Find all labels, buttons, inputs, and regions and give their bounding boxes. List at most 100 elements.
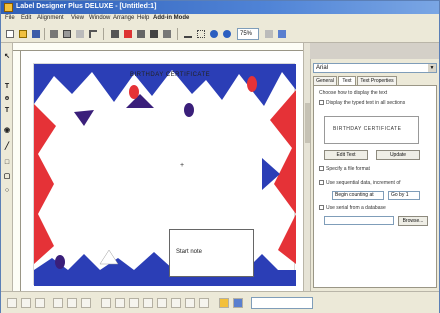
main-toolbar: 75% <box>1 25 439 43</box>
checkbox-icon[interactable] <box>319 180 324 186</box>
paste-icon <box>137 30 145 38</box>
lock-button[interactable] <box>185 298 195 308</box>
save-button[interactable] <box>30 28 42 40</box>
menu-alignment[interactable]: Alignment <box>37 15 64 21</box>
print-preview-button[interactable] <box>61 28 73 40</box>
cut-icon <box>111 30 119 38</box>
preview-text: BIRTHDAY CERTIFICATE <box>333 126 402 132</box>
align-icon <box>184 30 192 38</box>
browse-button[interactable]: Browse... <box>398 216 428 226</box>
update-button[interactable]: Update <box>376 150 420 160</box>
align-center-button[interactable] <box>115 298 125 308</box>
vertical-text-tool-icon[interactable]: T <box>3 107 11 115</box>
menu-view[interactable]: View <box>71 15 84 21</box>
sequential-option[interactable]: Use sequential data, increment of <box>319 180 401 186</box>
layout-button-2[interactable] <box>67 298 77 308</box>
begin-counting-field[interactable]: Begin counting at <box>332 191 384 200</box>
rectangle-tool-icon[interactable]: □ <box>3 159 11 167</box>
window-title: Label Designer Plus DELUXE - [Untitled:1… <box>16 3 157 10</box>
page-first-button[interactable] <box>7 298 17 308</box>
cursor-marker: + <box>180 162 185 169</box>
menu-addin[interactable]: Add-in Mode <box>153 15 189 21</box>
print-button[interactable] <box>48 28 60 40</box>
display-option-label: Display the typed text in all sections <box>326 100 406 106</box>
menu-edit[interactable]: Edit <box>21 15 31 21</box>
font-combo[interactable]: Arial ▼ <box>313 63 437 73</box>
delete-icon <box>150 30 158 38</box>
help-button[interactable] <box>276 28 288 40</box>
select-tool-icon[interactable]: ↖ <box>3 53 11 61</box>
align-left-button[interactable] <box>101 298 111 308</box>
cut-tool-button[interactable] <box>109 28 121 40</box>
database-option[interactable]: Use serial from a database <box>319 205 386 211</box>
certificate-label[interactable]: BIRTHDAY CERTIFICATE + Start note <box>33 63 296 286</box>
start-note-text: Start note <box>176 249 203 255</box>
bottom-white-triangle <box>99 249 119 265</box>
rounded-rect-tool-icon[interactable]: ▢ <box>3 173 11 181</box>
start-note-box[interactable]: Start note <box>169 229 254 277</box>
design-canvas[interactable]: BIRTHDAY CERTIFICATE + Start note <box>21 51 303 291</box>
paste-button[interactable] <box>135 28 147 40</box>
cut-button[interactable] <box>74 28 86 40</box>
redraw-button[interactable] <box>263 28 275 40</box>
group-button[interactable] <box>195 28 207 40</box>
layout-button-1[interactable] <box>53 298 63 308</box>
menu-bar: File Edit Alignment View Window Arrange … <box>1 14 439 25</box>
app-icon <box>4 3 13 12</box>
ellipse-tool-icon[interactable]: ○ <box>3 187 11 195</box>
certificate-title[interactable]: BIRTHDAY CERTIFICATE <box>130 72 210 78</box>
layout-button-3[interactable] <box>81 298 91 308</box>
tab-text[interactable]: Text <box>338 76 356 85</box>
tab-text-properties[interactable]: Text Properties <box>357 76 397 85</box>
grid-button[interactable] <box>199 298 209 308</box>
file-format-option[interactable]: Specify a file format <box>319 166 370 172</box>
style-button[interactable] <box>233 298 243 308</box>
menu-help[interactable]: Help <box>137 15 149 21</box>
new-button[interactable] <box>4 28 16 40</box>
radio-icon[interactable] <box>319 100 324 106</box>
go-by-field[interactable]: Go by 1 <box>388 191 420 200</box>
align-button[interactable] <box>182 28 194 40</box>
status-field[interactable] <box>251 297 313 309</box>
database-field[interactable] <box>324 216 394 225</box>
page-next-button[interactable] <box>35 298 45 308</box>
left-zigzag <box>34 104 56 264</box>
delete-button[interactable] <box>148 28 160 40</box>
edit-text-button[interactable]: Edit Text <box>324 150 368 160</box>
checkbox-icon[interactable] <box>319 205 324 211</box>
page-prev-button[interactable] <box>21 298 31 308</box>
display-option[interactable]: Display the typed text in all sections <box>319 100 405 106</box>
color-button[interactable] <box>219 298 229 308</box>
menu-window[interactable]: Window <box>89 15 110 21</box>
toolbar-separator <box>44 28 45 40</box>
checkbox-icon[interactable] <box>319 166 324 172</box>
bring-front-button[interactable] <box>161 28 173 40</box>
line-tool-icon[interactable]: ╱ <box>3 143 11 151</box>
canvas-scrollbar[interactable] <box>303 43 310 291</box>
flip-button[interactable] <box>171 298 181 308</box>
curved-text-tool-icon[interactable]: ɵ <box>3 95 11 103</box>
ruler-vertical <box>13 51 21 291</box>
magnifier-plus-icon <box>223 30 231 38</box>
menu-file[interactable]: File <box>5 15 15 21</box>
toolbar-separator <box>103 28 104 40</box>
tab-general[interactable]: General <box>313 76 337 85</box>
file-format-label: Specify a file format <box>326 166 370 172</box>
bottom-toolbar <box>1 291 439 313</box>
layer-icon <box>163 30 171 38</box>
zoom-input[interactable]: 75% <box>237 28 259 40</box>
menu-arrange[interactable]: Arrange <box>113 15 134 21</box>
undo-button[interactable] <box>87 28 99 40</box>
text-preview[interactable]: BIRTHDAY CERTIFICATE <box>324 116 419 144</box>
zoom-out-button[interactable] <box>208 28 220 40</box>
align-right-button[interactable] <box>129 298 139 308</box>
rotate-button[interactable] <box>157 298 167 308</box>
copy-button[interactable] <box>122 28 134 40</box>
picture-tool-icon[interactable]: ◉ <box>3 127 11 135</box>
zoom-in-button[interactable] <box>221 28 233 40</box>
zigzag-border-graphic[interactable] <box>34 64 296 286</box>
text-tool-icon[interactable]: T <box>3 83 11 91</box>
distribute-button[interactable] <box>143 298 153 308</box>
open-button[interactable] <box>17 28 29 40</box>
chevron-down-icon[interactable]: ▼ <box>428 64 436 72</box>
